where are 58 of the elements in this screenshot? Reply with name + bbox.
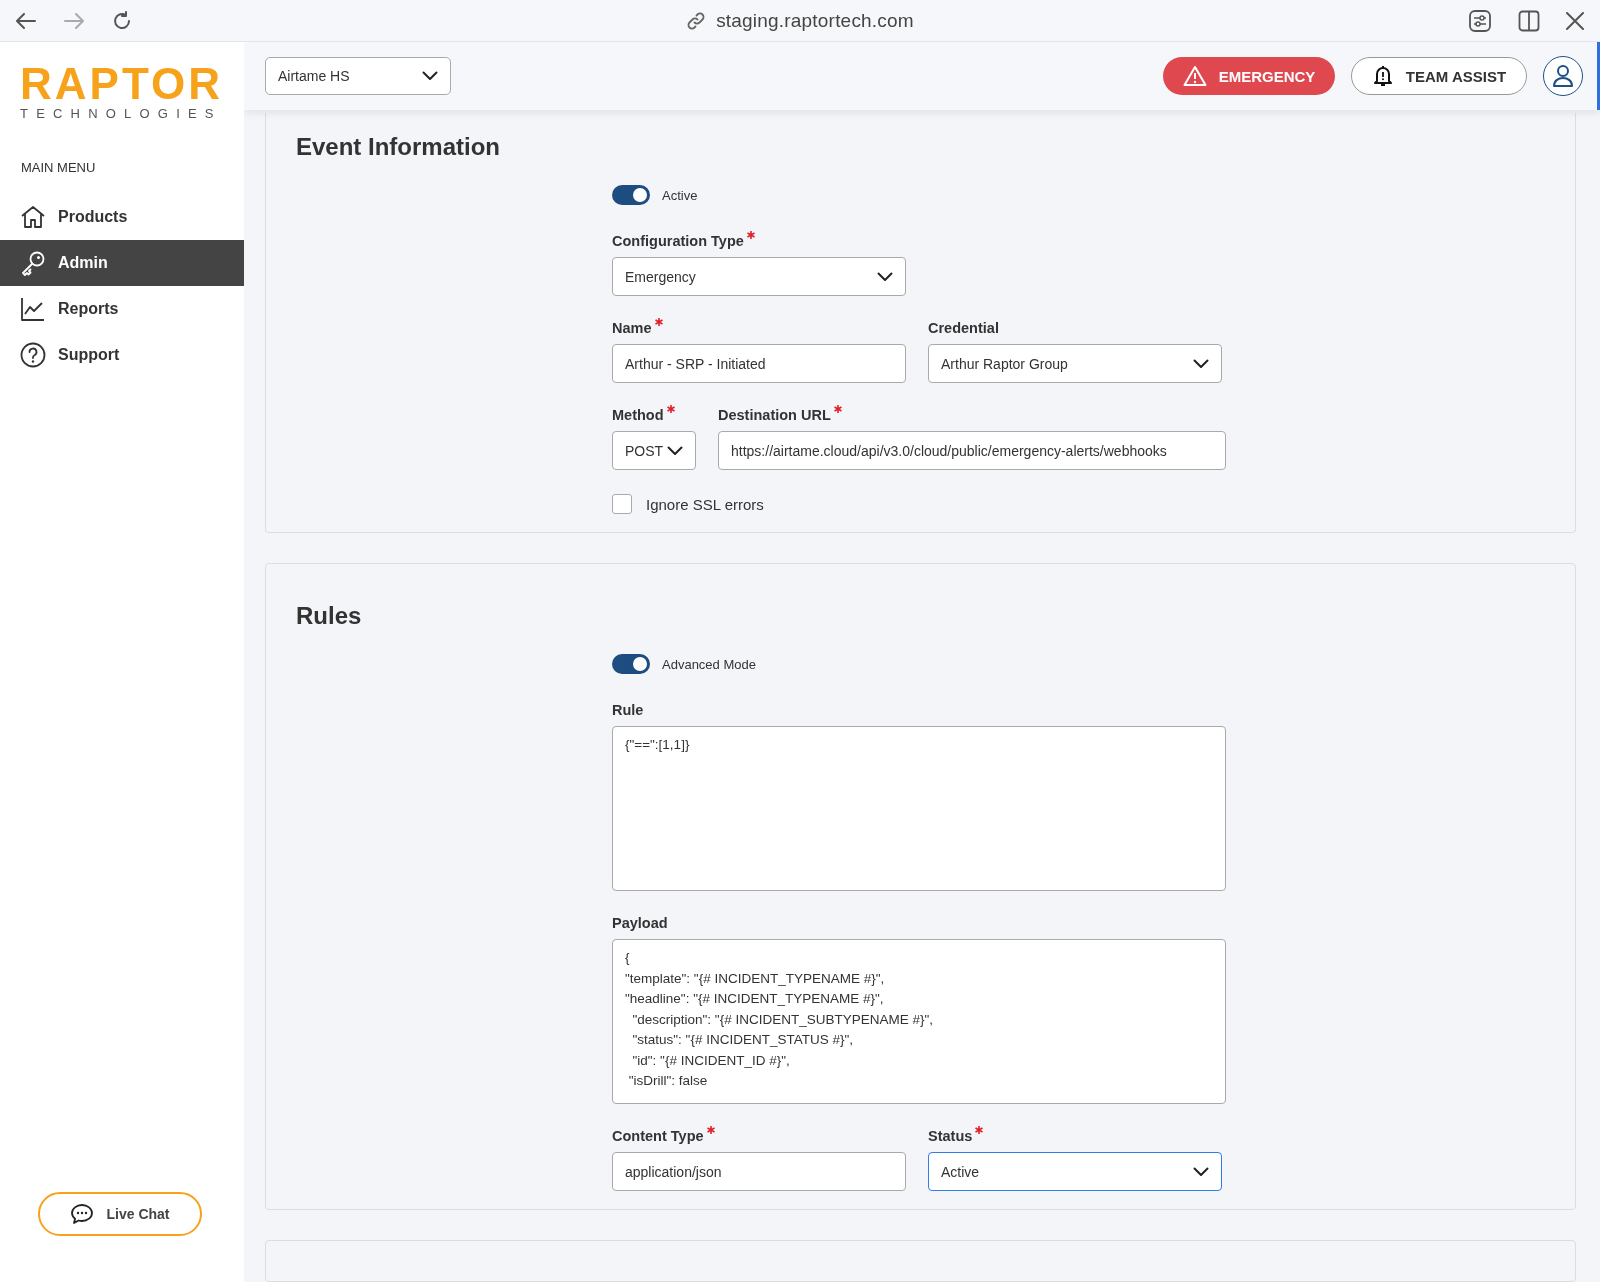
field-label: Content Type [612, 1128, 704, 1144]
field-label: Rule [612, 702, 644, 718]
checkbox[interactable] [612, 494, 632, 514]
field-label: Configuration Type [612, 233, 744, 249]
reload-icon[interactable] [112, 10, 132, 31]
key-icon [20, 250, 46, 276]
sidebar-item[interactable]: Support [0, 332, 244, 378]
bell-icon [1371, 64, 1394, 88]
team-assist-button[interactable]: TEAM ASSIST [1351, 57, 1527, 95]
field-label: Payload [612, 915, 668, 931]
field-label: Method [612, 407, 664, 423]
user-avatar[interactable] [1543, 56, 1583, 96]
select-field[interactable]: Emergency [612, 257, 906, 296]
close-icon[interactable] [1566, 11, 1584, 30]
chevron-down-icon [1193, 1166, 1209, 1177]
field-label: Name [612, 320, 652, 336]
live-chat-button[interactable]: Live Chat [38, 1192, 202, 1236]
input-field[interactable]: https://airtame.cloud/api/v3.0/cloud/public/emergency-alerts/webhooks [718, 431, 1226, 470]
logo-wordmark: RAPTOR [20, 64, 224, 104]
field-label: Credential [928, 320, 999, 336]
emergency-button[interactable]: EMERGENCY [1163, 57, 1335, 95]
chevron-down-icon [1193, 358, 1209, 369]
back-icon[interactable] [16, 12, 36, 29]
section-title: Event Information [296, 133, 501, 162]
split-view-icon[interactable] [1518, 9, 1540, 32]
warning-icon [1182, 65, 1207, 87]
toggle-switch[interactable] [612, 185, 650, 205]
chevron-down-icon [667, 445, 683, 456]
checkbox-label: Ignore SSL errors [646, 495, 764, 513]
link-icon [686, 10, 707, 31]
help-icon [20, 342, 46, 368]
chat-bubble-icon [70, 1203, 95, 1225]
address-bar[interactable]: staging.raptortech.com [716, 9, 914, 32]
toggle-label: Active [662, 187, 698, 203]
chevron-down-icon [877, 271, 893, 282]
input-field[interactable]: Arthur - SRP - Initiated [612, 344, 906, 383]
text-area[interactable]: { "template": "{# INCIDENT_TYPENAME #}", "headline": "{# INCIDENT_TYPENAME #}", "description": "{# INCIDENT_SUBTYPENAME #}", "status": "{# INCIDENT_STATUS #}", "id": "{# INCIDENT_ID #}", "isDrill": false [612, 939, 1226, 1104]
select-field[interactable]: POST [612, 431, 696, 470]
logo-tagline: TECHNOLOGIES [20, 106, 223, 121]
sidebar-item[interactable]: Products [0, 194, 244, 240]
user-icon [1552, 64, 1574, 88]
toggle-switch[interactable] [612, 654, 650, 674]
text-area[interactable]: {"==":[1,1]} [612, 726, 1226, 891]
chevron-down-icon [422, 71, 438, 81]
sidebar-item[interactable]: Admin [0, 240, 244, 286]
select-field[interactable]: Active [928, 1152, 1222, 1191]
home-icon [20, 204, 46, 230]
select-field[interactable]: Arthur Raptor Group [928, 344, 1222, 383]
input-field[interactable]: application/json [612, 1152, 906, 1191]
line-chart-icon [20, 296, 46, 322]
menu-heading: MAIN MENU [20, 159, 97, 177]
toggle-label: Advanced Mode [662, 656, 756, 672]
section-title: Rules [296, 602, 363, 631]
sidebar-item[interactable]: Reports [0, 286, 244, 332]
field-label: Destination URL [718, 407, 831, 423]
sliders-icon[interactable] [1468, 8, 1492, 33]
site-select[interactable]: Airtame HS [265, 57, 451, 95]
field-label: Status [928, 1128, 973, 1144]
